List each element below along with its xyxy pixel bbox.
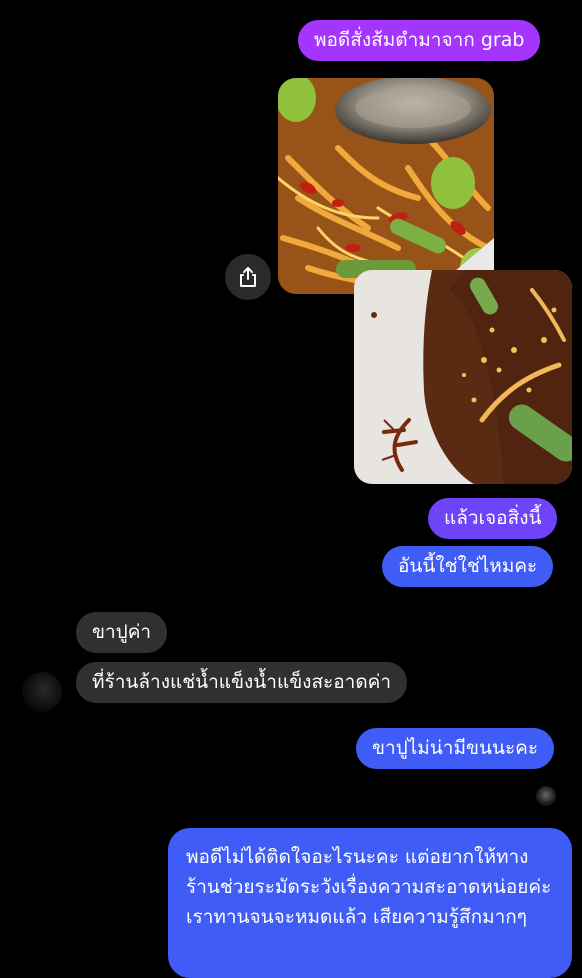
share-button[interactable] xyxy=(225,254,271,300)
message-text: ที่ร้านล้างแช่น้ำแข็งน้ำแข็งสะอาดค่า xyxy=(92,671,392,693)
photo-message[interactable] xyxy=(354,270,572,484)
message-bubble-incoming[interactable]: ขาปูค่า xyxy=(76,612,168,653)
sauce-photo xyxy=(354,270,572,484)
message-bubble-outgoing[interactable]: ขาปูไม่น่ามีขนนะคะ xyxy=(356,728,555,769)
contact-avatar[interactable] xyxy=(22,672,62,712)
message-text: ขาปูค่า xyxy=(92,621,152,643)
message-text: พอดีสั่งส้มตำมาจาก grab xyxy=(314,29,525,51)
message-bubble-outgoing[interactable]: อันนี้ใช่ใช่ไหมคะ xyxy=(382,546,554,587)
message-bubble-outgoing[interactable]: แล้วเจอสิ่งนี้ xyxy=(428,498,558,539)
photo-message[interactable] xyxy=(278,78,494,294)
seen-avatar xyxy=(536,786,556,806)
message-text: อันนี้ใช่ใช่ไหมคะ xyxy=(398,555,538,577)
message-bubble-outgoing[interactable]: พอดีไม่ได้ติดใจอะไรนะคะ แต่อยากให้ทางร้า… xyxy=(168,828,572,978)
message-text: แล้วเจอสิ่งนี้ xyxy=(444,507,542,529)
message-bubble-incoming[interactable]: ที่ร้านล้างแช่น้ำแข็งน้ำแข็งสะอาดค่า xyxy=(76,662,408,703)
message-text: ขาปูไม่น่ามีขนนะคะ xyxy=(372,737,539,759)
message-bubble-outgoing[interactable]: พอดีสั่งส้มตำมาจาก grab xyxy=(298,20,541,61)
message-text: พอดีไม่ได้ติดใจอะไรนะคะ แต่อยากให้ทางร้า… xyxy=(186,846,552,928)
share-icon xyxy=(240,267,256,287)
somtam-photo xyxy=(278,78,494,294)
